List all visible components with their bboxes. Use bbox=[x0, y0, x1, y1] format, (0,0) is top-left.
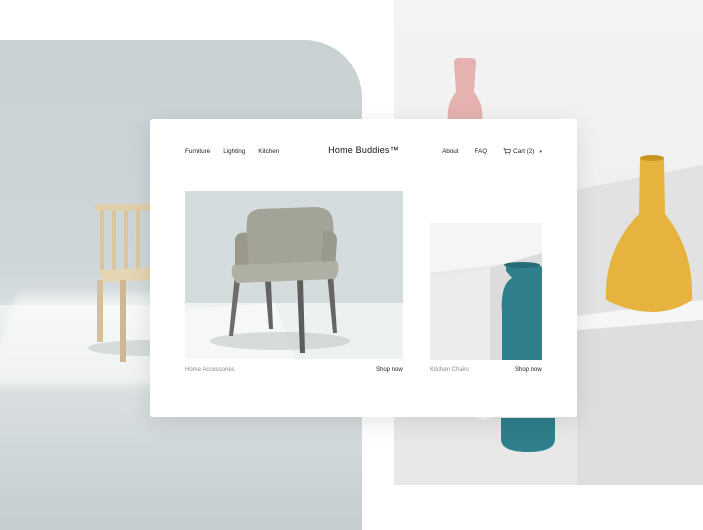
tile-caption-home-accessories: Home Accessories bbox=[185, 367, 235, 373]
cart-button[interactable]: Cart (2) ▾ bbox=[503, 148, 542, 155]
shop-now-link[interactable]: Shop now bbox=[515, 367, 542, 373]
nav-link-kitchen[interactable]: Kitchen bbox=[258, 148, 279, 155]
utility-nav: About FAQ Cart (2) ▾ bbox=[442, 148, 542, 155]
cart-label: Cart (2) bbox=[513, 148, 535, 155]
product-tile-image[interactable] bbox=[185, 191, 403, 359]
storefront-window: Furniture Lighting Kitchen Home Buddies™… bbox=[150, 119, 577, 417]
nav-link-faq[interactable]: FAQ bbox=[475, 148, 488, 155]
category-nav: Furniture Lighting Kitchen bbox=[185, 148, 279, 155]
chevron-down-icon: ▾ bbox=[539, 148, 542, 155]
shop-now-link[interactable]: Shop now bbox=[376, 367, 403, 373]
top-navigation: Furniture Lighting Kitchen Home Buddies™… bbox=[185, 145, 542, 159]
brand-logo[interactable]: Home Buddies™ bbox=[328, 145, 399, 155]
tile-caption-kitchen-chairs: Kitchen Chairs bbox=[430, 367, 470, 373]
nav-link-lighting[interactable]: Lighting bbox=[223, 148, 245, 155]
nav-link-about[interactable]: About bbox=[442, 148, 458, 155]
product-tile-image[interactable] bbox=[430, 223, 542, 360]
teal-vase-illustration bbox=[430, 223, 542, 360]
nav-link-furniture[interactable]: Furniture bbox=[185, 148, 210, 155]
cart-icon bbox=[503, 148, 511, 155]
armchair-illustration bbox=[185, 191, 403, 359]
